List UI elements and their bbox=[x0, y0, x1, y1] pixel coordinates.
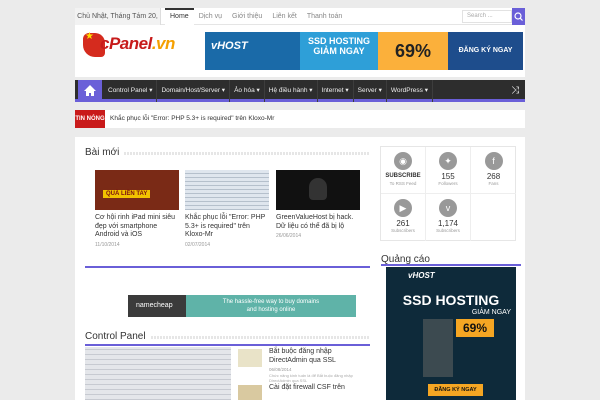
post-date: 06/08/2014 bbox=[269, 367, 292, 372]
top-link-services[interactable]: Dịch vụ bbox=[194, 8, 227, 25]
twitter-icon: ✦ bbox=[439, 152, 457, 170]
top-bar: Chủ Nhật, Tháng Tám 20, 2017 Home Dịch v… bbox=[75, 8, 525, 37]
top-link-payment[interactable]: Thanh toán bbox=[302, 8, 347, 25]
nav-item-virtualization[interactable]: Ảo hóa ▾ bbox=[230, 80, 265, 102]
banner-percent: 69% bbox=[378, 32, 448, 70]
social-rss[interactable]: ◉ SUBSCRIBE To RSS Feed bbox=[381, 147, 426, 194]
post-thumbnail[interactable] bbox=[276, 170, 360, 210]
logo-suffix: .vn bbox=[151, 34, 176, 53]
nav-items: Control Panel ▾ Domain/Host/Server ▾ Ảo … bbox=[104, 80, 433, 102]
ad-headline: SSD HOSTING bbox=[402, 292, 500, 308]
post-thumbnail[interactable]: QUÀ LIỀN TAY bbox=[95, 170, 179, 210]
post-card[interactable]: QUÀ LIỀN TAY Cơ hội rinh iPad mini siêu … bbox=[95, 170, 179, 248]
ad-percent: 69% bbox=[456, 319, 494, 337]
top-link-about[interactable]: Giới thiệu bbox=[227, 8, 267, 25]
list-item[interactable]: Bắt buộc đăng nhập DirectAdmin qua SSL 0… bbox=[236, 347, 369, 383]
top-links: Home Dịch vụ Giới thiệu Liên kết Thanh t… bbox=[165, 8, 347, 25]
social-label: Followers bbox=[438, 181, 458, 186]
ticker-label: TIN NÓNG bbox=[75, 110, 105, 128]
main-nav: Control Panel ▾ Domain/Host/Server ▾ Ảo … bbox=[75, 80, 525, 102]
home-button[interactable] bbox=[78, 80, 102, 102]
top-link-home[interactable]: Home bbox=[165, 8, 194, 25]
thumb-label: QUÀ LIỀN TAY bbox=[103, 190, 151, 198]
social-twitter[interactable]: ✦ 155 Followers bbox=[426, 147, 471, 194]
nav-item-wordpress[interactable]: WordPress ▾ bbox=[387, 80, 433, 102]
post-card[interactable]: GreenValueHost bị hack. Dữ liệu có thể đ… bbox=[276, 170, 360, 239]
logo-main: cPanel bbox=[100, 34, 152, 53]
post-date: 02/07/2014 bbox=[185, 241, 211, 248]
search-icon bbox=[514, 12, 523, 21]
post-thumbnail[interactable] bbox=[185, 170, 269, 210]
social-label: To RSS Feed bbox=[389, 181, 417, 186]
vimeo-icon: v bbox=[439, 199, 457, 217]
social-count: 155 bbox=[441, 172, 455, 181]
post-title[interactable]: Cơ hội rinh iPad mini siêu đẹp với smart… bbox=[95, 214, 179, 240]
post-title[interactable]: Cài đặt firewall CSF trên bbox=[269, 383, 345, 392]
banner-cta: ĐĂNG KÝ NGAY bbox=[448, 32, 523, 70]
logo-star-icon: ★ bbox=[85, 31, 94, 42]
list-item[interactable]: Cài đặt firewall CSF trên bbox=[236, 383, 369, 400]
ticker-link[interactable]: Khắc phục lỗi "Error: PHP 5.3+ is requir… bbox=[110, 110, 274, 128]
search-input[interactable]: Search ... bbox=[462, 10, 512, 23]
social-facebook[interactable]: f 268 Fans bbox=[471, 147, 516, 194]
nav-item-os[interactable]: Hệ điều hành ▾ bbox=[265, 80, 318, 102]
namecheap-brand: namecheap bbox=[128, 295, 186, 317]
section-divider bbox=[381, 264, 521, 266]
nav-item-server[interactable]: Server ▾ bbox=[354, 80, 387, 102]
ad-cta: ĐĂNG KÝ NGAY bbox=[428, 384, 483, 396]
news-ticker: TIN NÓNG Khắc phục lỗi "Error: PHP 5.3+ … bbox=[75, 110, 525, 128]
post-title[interactable]: Khắc phục lỗi "Error: PHP 5.3+ is requir… bbox=[185, 214, 269, 240]
top-link-links[interactable]: Liên kết bbox=[267, 8, 302, 25]
ad-sub: GIẢM NGAY bbox=[471, 309, 511, 316]
social-label: Subscribers bbox=[436, 228, 460, 233]
banner-headline: SSD HOSTING bbox=[307, 36, 370, 46]
facebook-icon: f bbox=[484, 152, 503, 170]
social-label: Subscribers bbox=[391, 228, 415, 233]
heading-divider bbox=[151, 336, 370, 339]
rss-icon: ◉ bbox=[394, 152, 412, 170]
namecheap-tagline: The hassle-free way to buy domains and h… bbox=[186, 295, 356, 317]
shuffle-icon: ⤨ bbox=[511, 85, 519, 96]
header-banner-ad[interactable]: vHOST SSD HOSTING GIẢM NGAY 69% ĐĂNG KÝ … bbox=[205, 32, 523, 70]
social-vimeo[interactable]: v 1,174 Subscribers bbox=[426, 194, 471, 241]
namecheap-ad[interactable]: namecheap The hassle-free way to buy dom… bbox=[128, 295, 356, 317]
ad-brand: vHOST bbox=[408, 271, 435, 280]
post-date: 26/06/2014 bbox=[276, 233, 302, 239]
banner-sub: GIẢM NGAY bbox=[313, 46, 365, 56]
hacker-figure-icon bbox=[309, 178, 327, 200]
youtube-icon: ▶ bbox=[394, 199, 412, 217]
post-card[interactable]: Khắc phục lỗi "Error: PHP 5.3+ is requir… bbox=[185, 170, 269, 248]
section-divider bbox=[85, 344, 370, 346]
home-icon bbox=[84, 85, 96, 96]
post-date: 11/10/2014 bbox=[95, 241, 120, 248]
post-title[interactable]: GreenValueHost bị hack. Dữ liệu có thể đ… bbox=[276, 214, 360, 231]
post-title[interactable]: Bắt buộc đăng nhập DirectAdmin qua SSL bbox=[269, 347, 369, 365]
social-youtube[interactable]: ▶ 261 Subscribers bbox=[381, 194, 426, 241]
section-divider bbox=[85, 266, 370, 268]
social-count: 268 bbox=[486, 172, 501, 181]
featured-post-thumbnail[interactable] bbox=[85, 347, 231, 400]
random-post-button[interactable]: ⤨ bbox=[505, 80, 525, 102]
site-header: ★ cPanel.vn vHOST SSD HOSTING GIẢM NGAY … bbox=[75, 25, 525, 77]
search-button[interactable] bbox=[512, 8, 525, 25]
nav-item-internet[interactable]: Internet ▾ bbox=[318, 80, 354, 102]
banner-headline-box: SSD HOSTING GIẢM NGAY bbox=[300, 32, 378, 70]
post-excerpt: Chức năng kinh tuấn là để Bắt buộc đăng … bbox=[269, 373, 353, 383]
nav-item-domain-host-server[interactable]: Domain/Host/Server ▾ bbox=[157, 80, 231, 102]
social-count: SUBSCRIBE bbox=[385, 173, 421, 179]
heading-divider bbox=[124, 152, 370, 155]
control-panel-list: Bắt buộc đăng nhập DirectAdmin qua SSL 0… bbox=[236, 347, 369, 400]
social-count: 1,174 bbox=[437, 219, 459, 228]
current-date: Chủ Nhật, Tháng Tám 20, 2017 bbox=[75, 8, 161, 37]
server-rack-icon bbox=[423, 319, 453, 377]
nav-item-control-panel[interactable]: Control Panel ▾ bbox=[104, 80, 158, 102]
social-count: 261 bbox=[396, 219, 410, 228]
social-label: Fans bbox=[488, 181, 499, 186]
site-logo[interactable]: cPanel.vn bbox=[100, 34, 175, 54]
banner-brand: vHOST bbox=[205, 32, 300, 70]
post-thumbnail[interactable] bbox=[238, 349, 262, 367]
social-counters: ◉ SUBSCRIBE To RSS Feed ✦ 155 Followers … bbox=[380, 146, 516, 241]
post-thumbnail[interactable] bbox=[238, 385, 262, 400]
sidebar-banner-ad[interactable]: vHOST SSD HOSTING GIẢM NGAY 69% ĐĂNG KÝ … bbox=[386, 267, 516, 400]
